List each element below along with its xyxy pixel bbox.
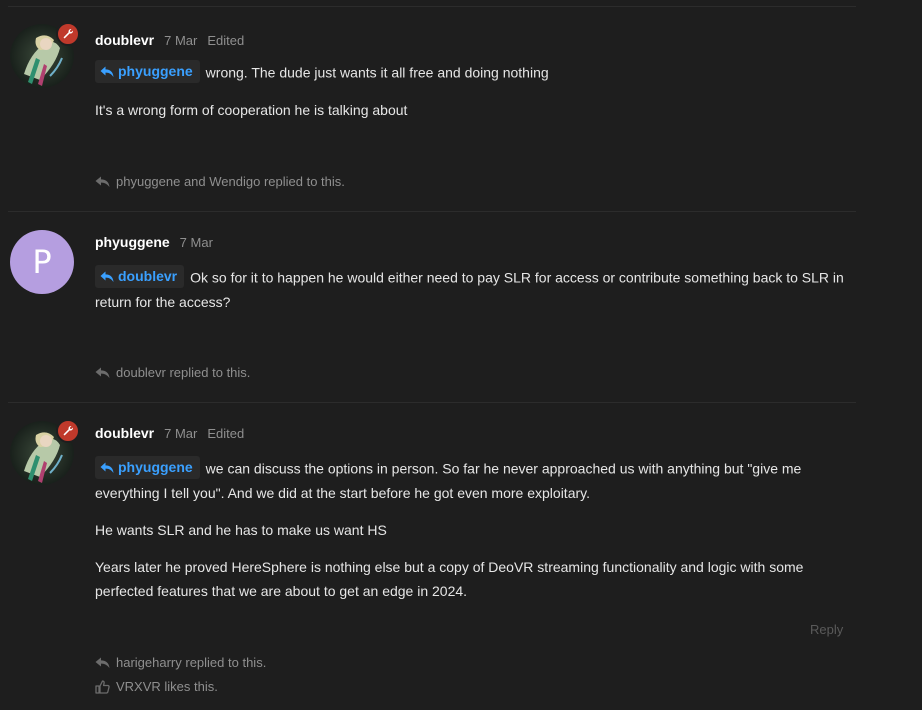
avatar[interactable] — [10, 22, 80, 88]
post-header: doublevr 7 Mar Edited — [95, 425, 244, 441]
edited-label: Edited — [207, 426, 245, 441]
quote-username: phyuggene — [118, 63, 193, 79]
post-paragraph: Years later he proved HereSphere is noth… — [95, 558, 804, 599]
post-body: phyuggene wrong. The dude just wants it … — [95, 60, 845, 135]
post-date[interactable]: 7 Mar — [164, 33, 197, 48]
post-text: we can discuss the options in person. So… — [95, 460, 802, 501]
wrench-icon — [56, 419, 80, 443]
post-date[interactable]: 7 Mar — [164, 426, 197, 441]
post-text: Ok so for it to happen he would either n… — [95, 269, 844, 310]
reply-arrow-icon — [100, 271, 114, 282]
post-body: doublevr Ok so for it to happen he would… — [95, 265, 845, 327]
quote-mention[interactable]: phyuggene — [95, 60, 200, 83]
thumbs-up-icon — [95, 679, 110, 694]
reply-arrow-icon — [95, 657, 110, 668]
username[interactable]: phyuggene — [95, 234, 170, 250]
post-divider — [8, 402, 856, 403]
replied-text: doublevr replied to this. — [116, 365, 251, 380]
likes-summary[interactable]: VRXVR likes this. — [95, 679, 218, 694]
likes-text: VRXVR likes this. — [116, 679, 218, 694]
post-text: wrong. The dude just wants it all free a… — [205, 64, 549, 81]
reply-arrow-icon — [95, 367, 110, 378]
quote-mention[interactable]: phyuggene — [95, 456, 200, 479]
quote-username: phyuggene — [118, 459, 193, 475]
post-paragraph: It's a wrong form of cooperation he is t… — [95, 101, 408, 118]
post-divider — [8, 6, 856, 7]
reply-button[interactable]: Reply — [810, 622, 843, 637]
edited-label: Edited — [207, 33, 245, 48]
replies-summary[interactable]: doublevr replied to this. — [95, 365, 250, 380]
post-paragraph: He wants SLR and he has to make us want … — [95, 521, 387, 538]
quote-mention[interactable]: doublevr — [95, 265, 185, 288]
reply-arrow-icon — [100, 462, 114, 473]
replies-summary[interactable]: harigeharry replied to this. — [95, 655, 266, 670]
quote-username: doublevr — [118, 268, 178, 284]
replies-summary[interactable]: phyuggene and Wendigo replied to this. — [95, 174, 345, 189]
wrench-icon — [56, 22, 80, 46]
post-body: phyuggene we can discuss the options in … — [95, 456, 845, 616]
username[interactable]: doublevr — [95, 32, 154, 48]
replied-text: phyuggene and Wendigo replied to this. — [116, 174, 345, 189]
avatar[interactable] — [10, 419, 80, 485]
post-date[interactable]: 7 Mar — [180, 235, 213, 250]
reply-arrow-icon — [100, 66, 114, 77]
username[interactable]: doublevr — [95, 425, 154, 441]
discussion-feed: doublevr 7 Mar Edited phyuggene wrong. T… — [0, 0, 922, 710]
post-divider — [8, 211, 856, 212]
avatar[interactable]: P — [10, 230, 74, 294]
reply-arrow-icon — [95, 176, 110, 187]
post-header: phyuggene 7 Mar — [95, 234, 213, 250]
replied-text: harigeharry replied to this. — [116, 655, 267, 670]
letter-avatar: P — [10, 230, 74, 294]
post-header: doublevr 7 Mar Edited — [95, 32, 244, 48]
